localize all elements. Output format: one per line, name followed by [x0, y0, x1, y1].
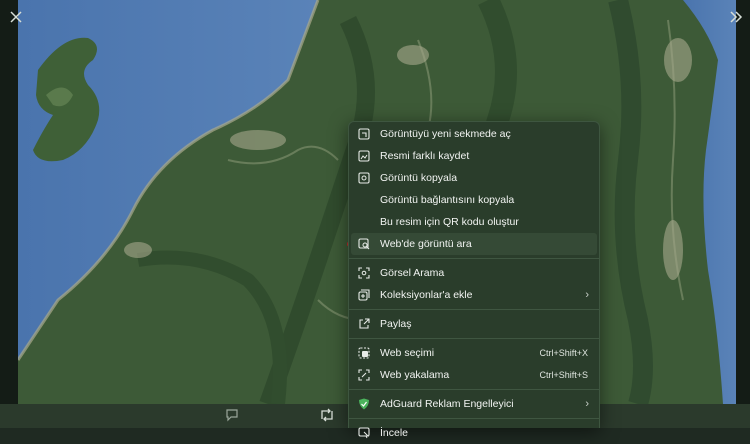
web-select-icon — [358, 347, 370, 359]
close-icon — [10, 11, 22, 23]
menu-divider — [349, 418, 599, 419]
shortcut-label: Ctrl+Shift+S — [539, 370, 588, 380]
image-search-icon — [358, 238, 370, 250]
close-button[interactable] — [6, 7, 26, 27]
menu-item-open-image-new-tab[interactable]: Görüntüyü yeni sekmede aç — [349, 123, 599, 145]
left-margin — [0, 0, 18, 404]
new-tab-icon — [358, 128, 370, 140]
expand-button[interactable] — [726, 7, 746, 27]
menu-divider — [349, 309, 599, 310]
menu-divider — [349, 258, 599, 259]
menu-item-create-qr-code[interactable]: Bu resim için QR kodu oluştur — [349, 211, 599, 233]
menu-item-label: Paylaş — [380, 318, 412, 330]
menu-item-copy-image[interactable]: Görüntü kopyala — [349, 167, 599, 189]
menu-item-label: Web yakalama — [380, 369, 450, 381]
visual-search-icon — [358, 267, 370, 279]
menu-divider — [349, 389, 599, 390]
right-margin — [736, 0, 750, 404]
chevron-right-icon: › — [585, 398, 589, 410]
adguard-shield-icon — [359, 398, 369, 410]
menu-item-label: Görüntü kopyala — [380, 172, 458, 184]
context-menu: Görüntüyü yeni sekmede aç Resmi farklı k… — [348, 121, 600, 439]
comment-icon — [226, 409, 238, 422]
menu-item-label: Web'de görüntü ara — [380, 238, 472, 250]
menu-item-search-image-web[interactable]: Web'de görüntü ara — [351, 233, 597, 255]
chevron-right-icon: › — [585, 289, 589, 301]
share-icon — [359, 318, 370, 329]
copy-image-icon — [358, 172, 370, 184]
menu-item-adguard[interactable]: AdGuard Reklam Engelleyici › — [349, 393, 599, 415]
double-chevron-right-icon — [730, 11, 743, 23]
web-capture-icon — [358, 369, 370, 381]
menu-item-label: Görüntü bağlantısını kopyala — [380, 194, 515, 206]
menu-item-web-select[interactable]: Web seçimi Ctrl+Shift+X — [349, 342, 599, 364]
menu-item-save-image-as[interactable]: Resmi farklı kaydet — [349, 145, 599, 167]
menu-item-label: Koleksiyonlar'a ekle — [380, 289, 473, 301]
inspect-icon — [358, 427, 370, 439]
menu-item-inspect[interactable]: İncele — [349, 422, 599, 444]
retweet-button[interactable] — [318, 406, 336, 424]
image-viewer: Görüntüyü yeni sekmede aç Resmi farklı k… — [0, 0, 750, 439]
menu-item-add-to-collections[interactable]: Koleksiyonlar'a ekle › — [349, 284, 599, 306]
menu-item-visual-search[interactable]: Görsel Arama — [349, 262, 599, 284]
menu-divider — [349, 338, 599, 339]
menu-item-label: AdGuard Reklam Engelleyici — [380, 398, 514, 410]
menu-item-label: Resmi farklı kaydet — [380, 150, 470, 162]
menu-item-label: İncele — [380, 427, 409, 439]
menu-item-label: Bu resim için QR kodu oluştur — [380, 216, 519, 228]
menu-item-label: Görsel Arama — [380, 267, 445, 279]
menu-item-copy-image-link[interactable]: Görüntü bağlantısını kopyala — [349, 189, 599, 211]
save-image-icon — [358, 150, 370, 162]
collections-icon — [358, 289, 370, 301]
retweet-icon — [321, 408, 333, 422]
comment-button[interactable] — [223, 406, 241, 424]
menu-item-web-capture[interactable]: Web yakalama Ctrl+Shift+S — [349, 364, 599, 386]
shortcut-label: Ctrl+Shift+X — [539, 348, 588, 358]
menu-item-label: Görüntüyü yeni sekmede aç — [380, 128, 511, 140]
menu-item-label: Web seçimi — [380, 347, 435, 359]
menu-item-share[interactable]: Paylaş — [349, 313, 599, 335]
